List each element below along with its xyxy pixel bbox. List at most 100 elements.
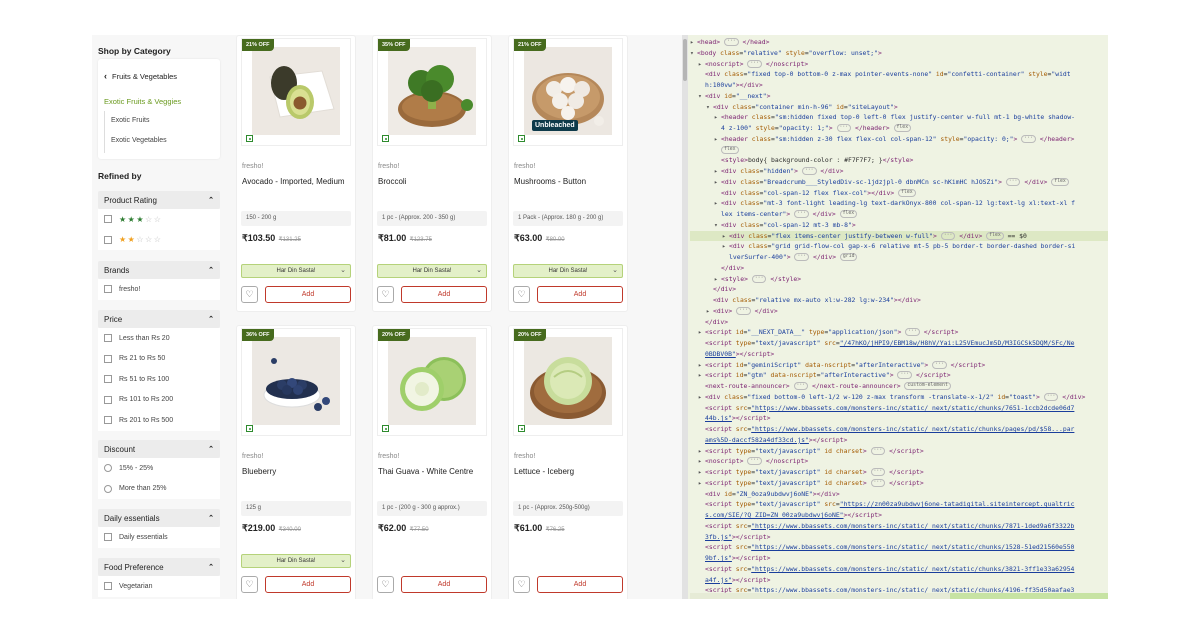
checkbox[interactable] [104,582,112,591]
filter-header-brands[interactable]: Brands ⌃ [98,261,220,279]
expand-toggle-icon[interactable]: ▸ [698,370,705,381]
dom-tree-line[interactable]: ▾ <div id="__next"> [690,91,1108,102]
expand-toggle-icon[interactable]: ▸ [698,360,705,371]
checkbox[interactable] [104,215,112,224]
dom-tree-line[interactable]: ▸ <script id="gtm" data-nscript="afterInt… [690,370,1108,381]
dom-tree-line[interactable]: ▸ <script id="geminiScript" data-nscript=… [690,360,1108,371]
filter-header-price[interactable]: Price ⌃ [98,310,220,328]
pack-size[interactable]: 1 Pack - (Approx. 180 g - 200 g) [513,211,623,226]
pack-size[interactable]: 1 pc - (Approx. 250g-500g) [513,501,623,516]
dom-tree-line[interactable]: ▸ <div> ··· </div> [690,306,1108,317]
product-card[interactable]: Unbleached 21% OFF fresho! Mushrooms - B… [508,35,628,312]
expand-toggle-icon[interactable]: ▸ [714,166,721,177]
dom-tree-line[interactable]: </div> [690,263,1108,274]
devtools-scrollbar[interactable] [682,35,688,599]
add-to-cart-button[interactable]: Add [401,286,487,303]
dom-tree-line[interactable]: <div id="ZN_0oza9ubdwvj6oNE"></div> [690,489,1108,500]
dom-tree-line[interactable]: 3fb.js"></script> [690,532,1108,543]
filter-header-rating[interactable]: Product Rating ⌃ [98,191,220,209]
dom-tree-line[interactable]: <script src="https://www.bbassets.com/mo… [690,403,1108,414]
deal-dropdown[interactable]: Har Din Sasta! ⌄ [377,264,487,278]
checkbox[interactable] [104,395,112,404]
product-name[interactable]: Blueberry [242,466,350,477]
dom-tree-line[interactable]: <script src="https://www.bbassets.com/mo… [690,564,1108,575]
product-name[interactable]: Thai Guava - White Centre [378,466,486,477]
product-name[interactable]: Lettuce - Iceberg [514,466,622,477]
expand-toggle-icon[interactable]: ▸ [714,177,721,188]
expand-toggle-icon[interactable]: ▾ [690,48,697,59]
deal-dropdown[interactable]: Har Din Sasta! ⌄ [241,554,351,568]
filter-header-food-preference[interactable]: Food Preference ⌃ [98,558,220,576]
dom-tree-line[interactable]: ▸ <div class="Breadcrumb___StyledDiv-sc-1… [690,177,1108,188]
category-back-link[interactable]: ‹ Fruits & Vegetables [104,71,177,81]
pack-size[interactable]: 1 pc - (Approx. 200 - 350 g) [377,211,487,226]
dom-tree-line[interactable]: <div class="col-span-12 flex flex-col"><… [690,188,1108,199]
brand-option[interactable]: fresho! [98,279,220,300]
dom-tree-line[interactable]: ▸ <header class="sm:hidden z-30 flex flex… [690,134,1108,145]
dom-tree-line[interactable]: ▸ <script id="__NEXT_DATA__" type="applic… [690,327,1108,338]
pack-size[interactable]: 125 g [241,501,351,516]
dom-tree-line[interactable]: ▾ <div class="container min-h-96" id="sit… [690,102,1108,113]
expand-toggle-icon[interactable]: ▸ [698,467,705,478]
dom-tree-line[interactable]: ▸ <div class="fixed bottom-0 left-1/2 w-1… [690,392,1108,403]
dom-tree-line[interactable]: ▸ <noscript> ··· </noscript> [690,456,1108,467]
dom-tree-line[interactable]: ▸ <noscript> ··· </noscript> [690,59,1108,70]
price-option[interactable]: Rs 201 to Rs 500 [98,410,220,431]
expand-toggle-icon[interactable]: ▸ [690,37,697,48]
dom-tree-line[interactable]: <script type="text/javascript" src="/47h… [690,338,1108,349]
dom-tree-line[interactable]: ▸ <div class="mt-3 font-light leading-lg … [690,198,1108,209]
dom-tree-line[interactable]: ▸ <head> ··· </head> [690,37,1108,48]
product-name[interactable]: Avocado - Imported, Medium [242,176,350,187]
expand-toggle-icon[interactable]: ▸ [698,456,705,467]
add-to-cart-button[interactable]: Add [537,576,623,593]
checkbox[interactable] [104,354,112,363]
dom-tree-line[interactable]: lverSurfer-400"> ··· </div> grid [690,252,1108,263]
product-image-box[interactable]: Unbleached 21% OFF [513,38,623,146]
dom-tree-line[interactable]: 0BDBV0B"></script> [690,349,1108,360]
checkbox[interactable] [104,334,112,343]
dom-tree-line[interactable]: <script src="https://www.bbassets.com/mo… [690,424,1108,435]
dom-tree-line[interactable]: ▸ <script type="text/javascript" id chars… [690,478,1108,489]
dom-tree-line[interactable]: <next-route-announcer> ··· </next-route-… [690,381,1108,392]
dom-tree-line[interactable]: ▸ <style> ··· </style> [690,274,1108,285]
dom-tree-line[interactable]: 9bf.js"></script> [690,553,1108,564]
deal-dropdown[interactable]: Har Din Sasta! ⌄ [513,264,623,278]
dom-tree-line[interactable]: ▸ <div class="grid grid-flow-col gap-x-6 … [690,241,1108,252]
dom-tree-line[interactable]: h:100vw"></div> [690,80,1108,91]
price-option[interactable]: Rs 101 to Rs 200 [98,389,220,410]
product-card[interactable]: 36% OFF fresho! Blueberry 125 g ₹219.00 … [236,325,356,599]
rating-option-2[interactable]: ★★☆☆☆ [98,229,220,250]
expand-toggle-icon[interactable]: ▸ [698,327,705,338]
dom-tree-line[interactable]: </div> [690,317,1108,328]
dom-tree-line[interactable]: <script type="text/javascript" src="http… [690,499,1108,510]
expand-toggle-icon[interactable]: ▸ [722,241,729,252]
radio-button[interactable] [104,464,112,473]
wishlist-heart-icon[interactable]: ♡ [513,576,530,593]
product-card[interactable]: 20% OFF fresho! Thai Guava - White Centr… [372,325,492,599]
wishlist-heart-icon[interactable]: ♡ [513,286,530,303]
expand-toggle-icon[interactable]: ▾ [714,220,721,231]
product-name[interactable]: Broccoli [378,176,486,187]
checkbox[interactable] [104,416,112,425]
add-to-cart-button[interactable]: Add [401,576,487,593]
price-option[interactable]: Less than Rs 20 [98,328,220,349]
checkbox[interactable] [104,285,112,294]
dom-tree-line[interactable]: ▾ <div class="col-span-12 mt-3 mb-8"> [690,220,1108,231]
wishlist-heart-icon[interactable]: ♡ [377,576,394,593]
product-card[interactable]: 35% OFF fresho! Broccoli 1 pc - (Approx.… [372,35,492,312]
expand-toggle-icon[interactable]: ▸ [698,59,705,70]
filter-header-discount[interactable]: Discount ⌃ [98,440,220,458]
dom-tree-line[interactable]: <script src="https://www.bbassets.com/mo… [690,542,1108,553]
product-image-box[interactable]: 36% OFF [241,328,351,436]
category-active-item[interactable]: Exotic Fruits & Veggies [104,97,181,106]
expand-toggle-icon[interactable]: ▸ [714,134,721,145]
radio-button[interactable] [104,484,112,493]
dom-tree-line[interactable]: <div class="relative mx-auto xl:w-282 lg… [690,295,1108,306]
product-image-box[interactable]: 21% OFF [241,38,351,146]
expand-toggle-icon[interactable]: ▾ [698,91,705,102]
wishlist-heart-icon[interactable]: ♡ [241,576,258,593]
product-image-box[interactable]: 20% OFF [377,328,487,436]
dom-tree-line[interactable]: s.com/SIE/?Q_ZID=ZN_00za9ubdwvj6oNE"></s… [690,510,1108,521]
expand-toggle-icon[interactable]: ▸ [698,392,705,403]
expand-toggle-icon[interactable]: ▸ [714,112,721,123]
